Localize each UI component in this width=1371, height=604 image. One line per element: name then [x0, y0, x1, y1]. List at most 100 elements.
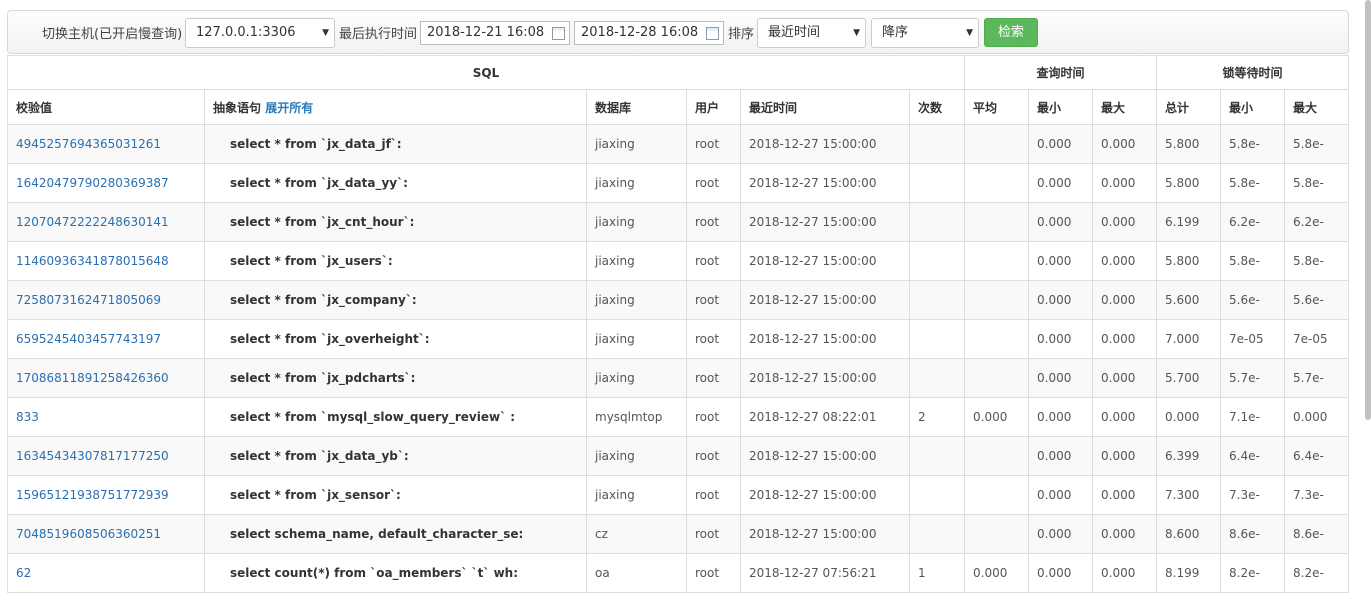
cell-checksum[interactable]: 7048519608506360251 [7, 514, 205, 554]
cell-checksum[interactable]: 16345434307817177250 [7, 436, 205, 476]
cell-lt-total: 5.800 [1156, 241, 1221, 281]
cell-lt-min: 6.2e- [1220, 202, 1285, 242]
cell-abstract[interactable]: select * from `jx_cnt_hour`: [204, 202, 587, 242]
table-row: 833 select * from `mysql_slow_query_revie… [7, 397, 1349, 437]
cell-checksum[interactable]: 11460936341878015648 [7, 241, 205, 281]
cell-checksum[interactable]: 12070472222248630141 [7, 202, 205, 242]
cell-abstract[interactable]: select count(*) from `oa_members` `t` wh… [204, 553, 587, 593]
page-scrollbar[interactable] [1365, 0, 1371, 420]
group-header-lock-time: 锁等待时间 [1156, 55, 1349, 90]
host-select[interactable]: 127.0.0.1:3306 ▼ [185, 18, 335, 48]
chevron-down-icon: ▼ [966, 28, 973, 38]
table-row: 11460936341878015648 select * from `jx_us… [7, 241, 1349, 281]
cell-db: jiaxing [586, 202, 687, 242]
col-db[interactable]: 数据库 [586, 89, 687, 125]
col-abstract: 抽象语句 展开所有 [204, 89, 587, 125]
cell-qt-max: 0.000 [1092, 514, 1157, 554]
cell-lt-total: 5.800 [1156, 124, 1221, 164]
cell-checksum[interactable]: 6595245403457743197 [7, 319, 205, 359]
cell-abstract[interactable]: select * from `jx_data_yy`: [204, 163, 587, 203]
cell-lt-min: 5.8e- [1220, 241, 1285, 281]
col-lt-min[interactable]: 最小 [1220, 89, 1285, 125]
date-from-input[interactable]: 2018-12-21 16:08 [420, 21, 570, 45]
cell-checksum[interactable]: 62 [7, 553, 205, 593]
cell-abstract[interactable]: select * from `jx_users`: [204, 241, 587, 281]
cell-lt-min: 7.1e- [1220, 397, 1285, 437]
cell-checksum[interactable]: 16420479790280369387 [7, 163, 205, 203]
cell-last-time: 2018-12-27 15:00:00 [740, 514, 910, 554]
cell-qt-min: 0.000 [1028, 124, 1093, 164]
cell-qt-max: 0.000 [1092, 553, 1157, 593]
cell-qt-max: 0.000 [1092, 397, 1157, 437]
cell-abstract[interactable]: select * from `jx_data_jf`: [204, 124, 587, 164]
cell-abstract[interactable]: select * from `jx_overheight`: [204, 319, 587, 359]
cell-checksum[interactable]: 4945257694365031261 [7, 124, 205, 164]
slow-query-table: SQL 查询时间 锁等待时间 校验值 抽象语句 展开所有 数据库 用户 最近时间… [7, 55, 1349, 593]
col-user[interactable]: 用户 [686, 89, 741, 125]
cell-lt-max: 6.4e- [1284, 436, 1349, 476]
cell-count [909, 241, 965, 281]
col-count[interactable]: 次数 [909, 89, 965, 125]
search-button[interactable]: 检索 [984, 18, 1038, 47]
cell-abstract[interactable]: select * from `jx_pdcharts`: [204, 358, 587, 398]
cell-user: root [686, 475, 741, 515]
cell-lt-max: 8.6e- [1284, 514, 1349, 554]
cell-qt-min: 0.000 [1028, 319, 1093, 359]
table-row: 7258073162471805069 select * from `jx_com… [7, 280, 1349, 320]
cell-lt-total: 6.399 [1156, 436, 1221, 476]
cell-lt-total: 6.199 [1156, 202, 1221, 242]
col-lt-max[interactable]: 最大 [1284, 89, 1349, 125]
table-row: 17086811891258426360 select * from `jx_pd… [7, 358, 1349, 398]
cell-qt-max: 0.000 [1092, 475, 1157, 515]
cell-last-time: 2018-12-27 15:00:00 [740, 241, 910, 281]
cell-abstract[interactable]: select * from `jx_company`: [204, 280, 587, 320]
cell-lt-max: 6.2e- [1284, 202, 1349, 242]
cell-db: cz [586, 514, 687, 554]
cell-user: root [686, 280, 741, 320]
cell-count: 2 [909, 397, 965, 437]
cell-abstract[interactable]: select * from `jx_sensor`: [204, 475, 587, 515]
cell-last-time: 2018-12-27 15:00:00 [740, 280, 910, 320]
sort-order-select[interactable]: 降序 ▼ [871, 18, 979, 48]
cell-qt-avg [964, 163, 1029, 203]
expand-all-link[interactable]: 展开所有 [265, 101, 313, 115]
cell-user: root [686, 241, 741, 281]
cell-checksum[interactable]: 7258073162471805069 [7, 280, 205, 320]
table-row: 16345434307817177250 select * from `jx_da… [7, 436, 1349, 476]
group-header-sql: SQL [7, 55, 965, 90]
cell-checksum[interactable]: 15965121938751772939 [7, 475, 205, 515]
cell-count [909, 163, 965, 203]
cell-qt-avg [964, 358, 1029, 398]
col-qt-min[interactable]: 最小 [1028, 89, 1093, 125]
cell-abstract[interactable]: select schema_name, default_character_se… [204, 514, 587, 554]
sort-field-select[interactable]: 最近时间 ▼ [757, 18, 866, 48]
cell-lt-max: 7e-05 [1284, 319, 1349, 359]
cell-checksum[interactable]: 833 [7, 397, 205, 437]
table-row: 4945257694365031261 select * from `jx_dat… [7, 124, 1349, 164]
cell-lt-min: 5.8e- [1220, 124, 1285, 164]
cell-qt-avg [964, 436, 1029, 476]
cell-qt-max: 0.000 [1092, 163, 1157, 203]
cell-checksum[interactable]: 17086811891258426360 [7, 358, 205, 398]
cell-abstract[interactable]: select * from `jx_data_yb`: [204, 436, 587, 476]
calendar-icon[interactable] [552, 27, 565, 40]
cell-db: jiaxing [586, 241, 687, 281]
cell-lt-max: 5.6e- [1284, 280, 1349, 320]
col-lt-total[interactable]: 总计 [1156, 89, 1221, 125]
cell-user: root [686, 124, 741, 164]
date-to-input[interactable]: 2018-12-28 16:08 [574, 21, 724, 45]
cell-abstract[interactable]: select * from `mysql_slow_query_review` … [204, 397, 587, 437]
cell-count [909, 436, 965, 476]
cell-count [909, 319, 965, 359]
cell-lt-total: 7.300 [1156, 475, 1221, 515]
cell-qt-min: 0.000 [1028, 358, 1093, 398]
col-last-time[interactable]: 最近时间 [740, 89, 910, 125]
col-qt-max[interactable]: 最大 [1092, 89, 1157, 125]
col-checksum[interactable]: 校验值 [7, 89, 205, 125]
col-qt-avg[interactable]: 平均 [964, 89, 1029, 125]
calendar-icon[interactable] [706, 27, 719, 40]
cell-lt-total: 5.600 [1156, 280, 1221, 320]
cell-qt-min: 0.000 [1028, 163, 1093, 203]
cell-user: root [686, 163, 741, 203]
sort-field-value: 最近时间 [768, 25, 821, 40]
